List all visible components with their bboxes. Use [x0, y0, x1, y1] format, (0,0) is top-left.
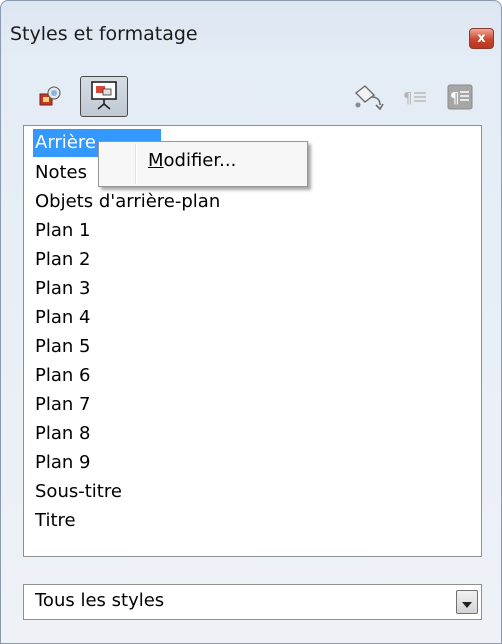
- list-item[interactable]: Plan 1: [35, 217, 90, 245]
- list-item[interactable]: Plan 7: [35, 391, 90, 419]
- list-item[interactable]: Plan 6: [35, 362, 90, 390]
- graphic-styles-icon[interactable]: [38, 85, 62, 113]
- list-item[interactable]: Notes: [35, 159, 87, 187]
- close-button[interactable]: x: [469, 28, 494, 49]
- list-item[interactable]: Plan 4: [35, 304, 90, 332]
- chevron-down-icon: [462, 593, 472, 612]
- styles-window: Styles et formatage x ¶ ¶ Arrière Notes …: [0, 0, 502, 644]
- close-icon: x: [477, 31, 486, 46]
- menu-item-label: odifier...: [163, 150, 237, 171]
- dropdown-button[interactable]: [456, 590, 478, 614]
- list-item[interactable]: Objets d'arrière-plan: [35, 188, 220, 216]
- style-filter-select[interactable]: Tous les styles: [23, 584, 482, 620]
- list-item[interactable]: Plan 2: [35, 246, 90, 274]
- context-menu: Modifier...: [98, 141, 308, 187]
- svg-text:¶: ¶: [450, 89, 460, 107]
- list-item[interactable]: Sous-titre: [35, 478, 122, 506]
- fill-format-mode-icon[interactable]: [352, 83, 386, 115]
- menu-item-modify[interactable]: Modifier...: [148, 150, 236, 171]
- presentation-styles-button[interactable]: [80, 76, 128, 117]
- list-item[interactable]: Arrière: [33, 129, 98, 157]
- list-item[interactable]: Plan 9: [35, 449, 90, 477]
- styles-list[interactable]: Arrière Notes Objets d'arrière-plan Plan…: [23, 125, 482, 557]
- menu-item-mnemonic: M: [148, 150, 164, 171]
- list-item[interactable]: Plan 8: [35, 420, 90, 448]
- svg-text:¶: ¶: [403, 89, 413, 107]
- presentation-styles-icon: [90, 80, 118, 114]
- menu-gutter: [135, 144, 137, 184]
- list-item[interactable]: Titre: [35, 507, 76, 535]
- update-style-icon[interactable]: ¶: [447, 84, 473, 114]
- list-item[interactable]: Plan 3: [35, 275, 90, 303]
- list-item[interactable]: Plan 5: [35, 333, 90, 361]
- new-style-from-selection-icon[interactable]: ¶: [402, 87, 428, 113]
- style-filter-value: Tous les styles: [35, 590, 165, 611]
- window-title: Styles et formatage: [10, 23, 198, 45]
